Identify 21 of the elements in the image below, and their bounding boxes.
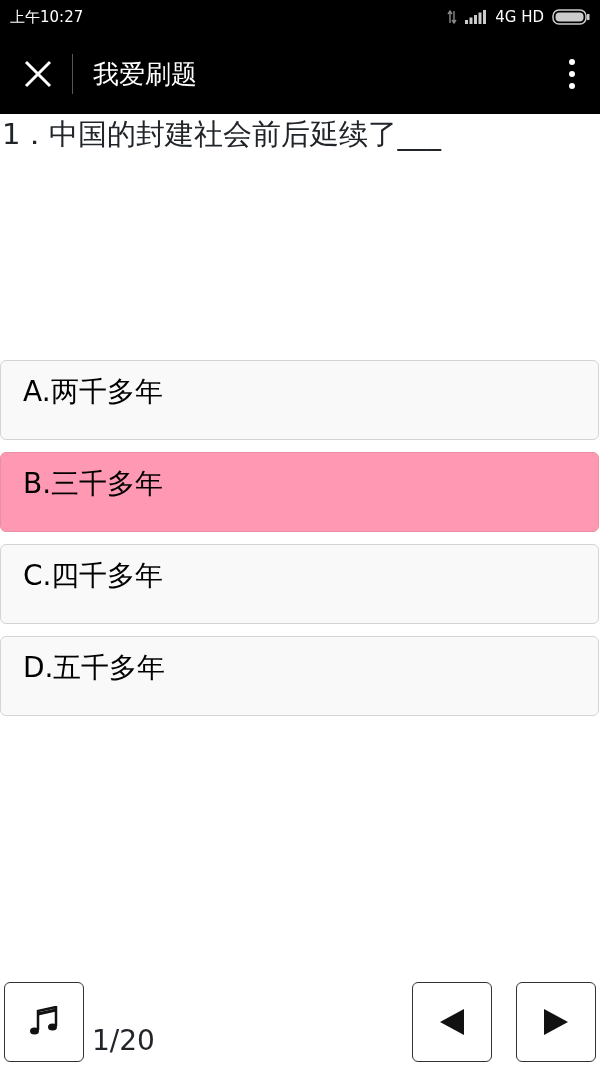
answer-option[interactable]: D.五千多年: [0, 635, 599, 716]
previous-button[interactable]: [412, 982, 492, 1062]
menu-button[interactable]: [568, 58, 576, 90]
close-icon: [24, 60, 52, 88]
right-triangle-icon: [544, 1009, 568, 1035]
more-icon: [568, 58, 576, 90]
window-title: 我爱刷题: [93, 57, 198, 91]
left-triangle-icon: [440, 1009, 464, 1035]
data-arrows-icon: [447, 10, 458, 24]
next-button[interactable]: [516, 982, 596, 1062]
battery-icon: [552, 9, 590, 25]
signal-icon: [465, 10, 488, 24]
answer-option[interactable]: A.两千多年: [0, 359, 599, 440]
network-label: 4G HD: [495, 6, 544, 28]
music-button[interactable]: [4, 982, 84, 1062]
status-time: 上午10:27: [10, 6, 84, 28]
answer-option[interactable]: B.三千多年: [0, 451, 599, 532]
progress-counter: 1/20: [92, 1023, 155, 1059]
answer-option[interactable]: C.四千多年: [0, 543, 599, 624]
question-text: 1．中国的封建社会前后延续了___: [1, 116, 443, 153]
close-button[interactable]: [24, 60, 52, 88]
